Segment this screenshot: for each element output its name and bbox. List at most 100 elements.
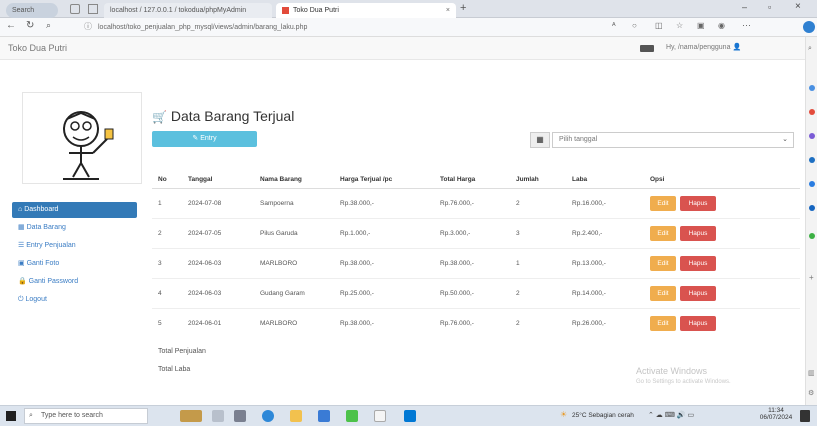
edit-button[interactable]: Edit — [650, 315, 676, 331]
edge-games-icon[interactable] — [809, 133, 815, 139]
table-cell: 2024-07-08 — [182, 187, 254, 218]
tab-favicon-icon — [282, 6, 289, 14]
refresh-icon[interactable]: ○ — [632, 21, 637, 30]
col-opsi: Opsi — [644, 172, 800, 189]
logout-icon: ⏻ — [18, 296, 24, 303]
row-actions: Edit Hapus — [644, 307, 800, 338]
activate-windows-subtitle: Go to Settings to activate Windows. — [636, 379, 731, 385]
row-actions: Edit Hapus — [644, 277, 800, 308]
sidebar-item-data-barang[interactable]: ▦ Data Barang — [12, 220, 137, 236]
tab-groups-icon[interactable] — [88, 4, 98, 14]
edge-extension-icon[interactable] — [809, 233, 815, 239]
task-view-icon[interactable] — [212, 410, 224, 422]
close-window-icon[interactable]: × — [795, 1, 801, 12]
edge-shopping-icon[interactable] — [809, 85, 815, 91]
notepad-icon[interactable] — [374, 410, 386, 422]
activate-windows-title: Activate Windows — [636, 366, 708, 376]
brand-title[interactable]: Toko Dua Putri — [8, 43, 67, 53]
tab-toko-dua-putri[interactable]: Toko Dua Putri × — [276, 3, 456, 18]
clock[interactable]: 11:34 06/07/2024 — [758, 407, 794, 421]
new-tab-icon[interactable]: + — [460, 2, 466, 14]
notification-icon[interactable] — [640, 45, 654, 52]
table-row: 3 2024-06-03 MARLBORO Rp.38.000,- Rp.38.000,… — [152, 247, 800, 278]
edge-add-icon[interactable]: + — [809, 273, 814, 282]
delete-button[interactable]: Hapus — [680, 255, 716, 271]
edit-button[interactable]: Edit — [650, 225, 676, 241]
vscode-icon[interactable] — [404, 410, 416, 422]
favorites-icon[interactable]: ☆ — [676, 21, 683, 30]
entry-button[interactable]: ✎ Entry — [152, 131, 257, 147]
table-cell: 2024-07-05 — [182, 217, 254, 248]
system-tray-icons[interactable]: ⌃ ☁ ⌨ 🔊 ▭ — [648, 411, 694, 419]
edge-drop-icon[interactable] — [809, 205, 815, 211]
edge-tools-icon[interactable] — [809, 109, 815, 115]
cartoon-avatar-icon — [63, 111, 114, 180]
workspaces-icon[interactable] — [70, 4, 80, 14]
table-row: 1 2024-07-08 Sampoerna Rp.38.000,- Rp.76.000… — [152, 187, 800, 218]
edge-customize-icon[interactable]: ▥ — [808, 369, 815, 377]
table-cell: Rp.38.000,- — [434, 247, 510, 278]
date-select[interactable]: Pilih tanggal ⌄ — [552, 132, 794, 148]
edge-taskbar-icon[interactable] — [262, 410, 274, 422]
minimize-icon[interactable]: – — [742, 2, 747, 12]
read-aloud-icon[interactable]: ᴬ — [612, 21, 616, 30]
table-cell: 1 — [510, 247, 566, 278]
hp-app-icon[interactable] — [234, 410, 246, 422]
edit-button[interactable]: Edit — [650, 285, 676, 301]
profile-icon[interactable]: ◉ — [718, 21, 725, 30]
sidebar-item-ganti-foto[interactable]: ▣ Ganti Foto — [12, 256, 137, 272]
table-cell: Rp.13.000,- — [566, 247, 644, 278]
back-icon[interactable]: ← — [6, 20, 16, 31]
collections-icon[interactable]: ▣ — [697, 21, 705, 30]
windows-start-icon[interactable] — [6, 411, 16, 421]
edge-search-icon[interactable]: ⌕ — [808, 45, 812, 53]
user-menu[interactable]: Hy, /nama/pengguna 👤 — [666, 43, 741, 51]
table-row: 4 2024-06-03 Gudang Garam Rp.25.000,- Rp.50.… — [152, 277, 800, 308]
delete-button[interactable]: Hapus — [680, 195, 716, 211]
site-info-icon[interactable]: ⓘ — [84, 21, 92, 32]
edit-button[interactable]: Edit — [650, 195, 676, 211]
url-field[interactable]: localhost/toko_penjualan_php_mysql/views… — [98, 21, 598, 34]
sidebar-item-ganti-password[interactable]: 🔒 Ganti Password — [12, 274, 137, 290]
tab-close-icon[interactable]: × — [446, 3, 450, 18]
edge-office-icon[interactable] — [809, 157, 815, 163]
edge-outlook-icon[interactable] — [809, 181, 815, 187]
table-cell: 2 — [510, 277, 566, 308]
tab-search[interactable]: Search — [6, 3, 58, 18]
taskbar-search-input[interactable]: ⌕ Type here to search — [24, 408, 148, 424]
store-icon[interactable] — [318, 410, 330, 422]
more-menu-icon[interactable]: ⋯ — [742, 20, 751, 31]
sidebar-item-entry-penjualan[interactable]: ☰ Entry Penjualan — [12, 238, 137, 254]
delete-button[interactable]: Hapus — [680, 285, 716, 301]
table-cell: Rp.25.000,- — [334, 277, 434, 308]
sidebar-item-logout[interactable]: ⏻ Logout — [12, 292, 137, 308]
whatsapp-icon[interactable] — [346, 410, 358, 422]
file-explorer-icon[interactable] — [290, 410, 302, 422]
split-screen-icon[interactable]: ◫ — [655, 21, 663, 30]
edit-button[interactable]: Edit — [650, 255, 676, 271]
sidebar-item-dashboard[interactable]: ⌂ Dashboard — [12, 202, 137, 218]
col-jumlah: Jumlah — [510, 172, 566, 189]
table-cell: 2 — [510, 307, 566, 338]
chevron-down-icon: ⌄ — [782, 136, 788, 143]
table-cell: 2 — [152, 217, 182, 248]
maximize-icon[interactable]: ▫ — [768, 2, 771, 12]
table-cell: Sampoerna — [254, 187, 334, 218]
notification-center-icon[interactable] — [800, 410, 810, 422]
app-navbar: Toko Dua Putri Hy, /nama/pengguna 👤 — [0, 37, 805, 60]
table-cell: Rp.38.000,- — [334, 247, 434, 278]
taskbar-widget-icon[interactable] — [180, 410, 202, 422]
user-icon: 👤 — [732, 44, 742, 51]
col-nama-barang: Nama Barang — [254, 172, 334, 189]
edge-settings-icon[interactable]: ⚙ — [808, 389, 814, 397]
weather-text[interactable]: 25°C Sebagian cerah — [572, 412, 634, 419]
copilot-icon[interactable] — [803, 21, 815, 33]
tab-phpmyadmin[interactable]: localhost / 127.0.0.1 / tokodua/phpMyAdm… — [104, 3, 272, 18]
table-cell: 2024-06-03 — [182, 277, 254, 308]
search-icon[interactable]: ⌕ — [46, 20, 51, 31]
delete-button[interactable]: Hapus — [680, 315, 716, 331]
delete-button[interactable]: Hapus — [680, 225, 716, 241]
sales-table: No Tanggal Nama Barang Harga Terjual /pc… — [152, 172, 800, 338]
reload-icon[interactable]: ↻ — [26, 20, 34, 31]
table-cell: Rp.38.000,- — [334, 187, 434, 218]
